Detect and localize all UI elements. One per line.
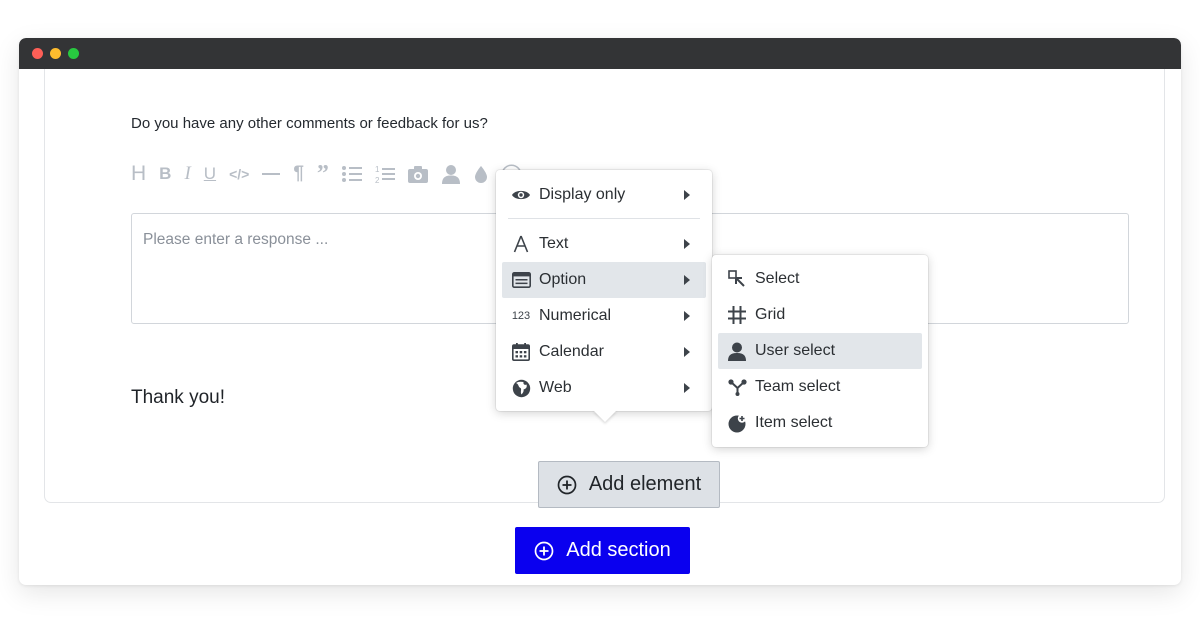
heading-icon[interactable]: H: [131, 162, 146, 186]
item-icon: [727, 413, 747, 433]
menu-item-label: Numerical: [539, 307, 612, 324]
add-section-label: Add section: [566, 539, 671, 561]
menu-item-option[interactable]: Option: [502, 262, 706, 298]
submenu-item-label: User select: [755, 342, 836, 359]
eye-icon: [511, 185, 531, 205]
paragraph-icon[interactable]: ¶: [293, 162, 304, 186]
submenu-item-label: Team select: [755, 378, 841, 395]
menu-item-label: Option: [539, 271, 587, 288]
calendar-icon: [511, 342, 531, 362]
submenu-item-label: Grid: [755, 306, 786, 323]
camera-icon[interactable]: [407, 162, 428, 186]
add-element-button[interactable]: Add element: [538, 461, 720, 508]
user-icon: [727, 341, 747, 361]
list-box-icon: [511, 270, 531, 290]
chevron-right-icon: [684, 275, 690, 285]
bullet-list-icon[interactable]: [341, 162, 362, 186]
svg-text:2: 2: [375, 176, 380, 184]
grid-icon: [727, 305, 747, 325]
submenu-item-select[interactable]: Select: [718, 261, 922, 297]
svg-text:1: 1: [375, 165, 380, 174]
menu-item-text[interactable]: Text: [502, 226, 706, 262]
menu-item-label: Display only: [539, 186, 626, 203]
quote-icon[interactable]: ”: [317, 161, 329, 187]
element-type-menu: Display only Text Option 123 Numerical C…: [496, 170, 712, 411]
horizontal-rule-icon[interactable]: [262, 162, 281, 186]
numbers-123-icon: 123: [511, 310, 531, 322]
text-a-icon: [511, 234, 531, 254]
menu-item-calendar[interactable]: Calendar: [502, 334, 706, 370]
chevron-right-icon: [684, 190, 690, 200]
code-icon[interactable]: </>: [229, 162, 249, 186]
option-submenu: Select Grid User select Team select Item…: [712, 255, 928, 447]
menu-item-numerical[interactable]: 123 Numerical: [502, 298, 706, 334]
chevron-right-icon: [684, 383, 690, 393]
team-icon: [727, 377, 747, 397]
plus-circle-icon: [557, 475, 577, 495]
rich-text-toolbar: H B I U </> ¶ ” 12: [131, 161, 535, 187]
add-element-label: Add element: [588, 473, 702, 495]
chevron-right-icon: [684, 311, 690, 321]
user-icon[interactable]: [441, 162, 461, 186]
underline-icon[interactable]: U: [204, 162, 216, 186]
submenu-item-grid[interactable]: Grid: [718, 297, 922, 333]
submenu-item-team-select[interactable]: Team select: [718, 369, 922, 405]
question-label: Do you have any other comments or feedba…: [131, 115, 488, 132]
menu-divider: [508, 218, 700, 219]
menu-item-web[interactable]: Web: [502, 370, 706, 406]
chevron-right-icon: [684, 347, 690, 357]
thank-you-text: Thank you!: [131, 387, 225, 408]
menu-item-label: Web: [539, 379, 572, 396]
response-placeholder: Please enter a response ...: [143, 231, 329, 248]
plus-circle-icon: [534, 541, 554, 561]
title-bar: [19, 38, 1181, 69]
menu-item-label: Text: [539, 235, 569, 252]
numbered-list-icon[interactable]: 12: [375, 162, 395, 186]
drop-icon[interactable]: [474, 162, 488, 186]
menu-item-label: Calendar: [539, 343, 604, 360]
submenu-item-user-select[interactable]: User select: [718, 333, 922, 369]
menu-item-display-only[interactable]: Display only: [502, 177, 706, 213]
select-cursor-icon: [727, 269, 747, 289]
italic-icon[interactable]: I: [184, 162, 190, 186]
submenu-item-label: Item select: [755, 414, 833, 431]
submenu-item-item-select[interactable]: Item select: [718, 405, 922, 441]
close-window-button[interactable]: [32, 48, 43, 59]
submenu-item-label: Select: [755, 270, 800, 287]
menu-pointer-caret: [593, 410, 617, 422]
add-section-button[interactable]: Add section: [515, 527, 690, 574]
bold-icon[interactable]: B: [159, 162, 171, 186]
minimize-window-button[interactable]: [50, 48, 61, 59]
globe-icon: [511, 378, 531, 398]
maximize-window-button[interactable]: [68, 48, 79, 59]
chevron-right-icon: [684, 239, 690, 249]
